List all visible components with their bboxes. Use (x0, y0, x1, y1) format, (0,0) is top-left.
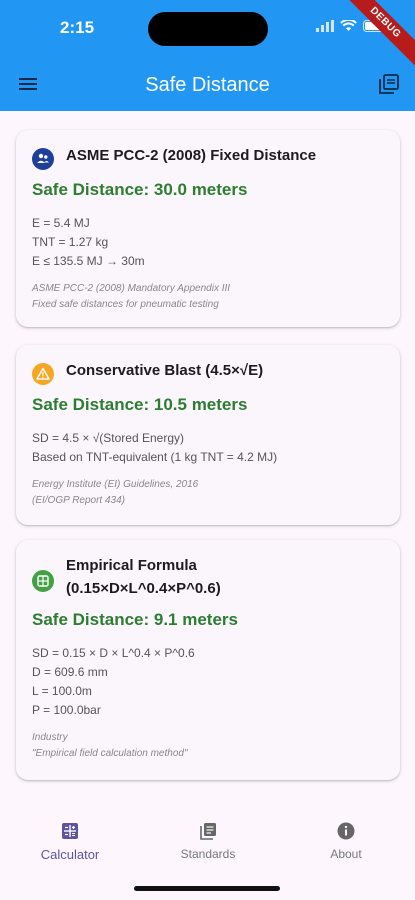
detail-line: L = 100.0m (32, 684, 92, 698)
library-icon (379, 74, 399, 94)
calculation-details: E = 5.4 MJ TNT = 1.27 kg E ≤ 135.5 MJ → … (32, 214, 384, 271)
card-title: ASME PCC-2 (2008) Fixed Distance (66, 147, 317, 164)
detail-line: TNT = 1.27 kg (32, 235, 109, 249)
detail-line: E ≤ 135.5 MJ → 30m (32, 254, 145, 268)
dynamic-island (148, 12, 268, 46)
reference-line: (EI/OGP Report 434) (32, 495, 125, 506)
nav-item-calculator[interactable]: Calculator (10, 821, 130, 862)
nav-label: Calculator (40, 847, 100, 862)
detail-line: Based on TNT-equivalent (1 kg TNT = 4.2 … (32, 450, 278, 464)
reference-line: "Empirical field calculation method" (32, 748, 188, 759)
debug-banner: DEBUG (336, 0, 415, 72)
home-indicator (134, 886, 280, 891)
detail-line: D = 609.6 mm (32, 665, 108, 679)
nav-item-about[interactable]: About (286, 821, 406, 861)
app-bar: 2:15 DEBUG Safe Distance (0, 0, 415, 111)
calculation-details: SD = 4.5 × √(Stored Energy) Based on TNT… (32, 429, 384, 467)
card-title: Conservative Blast (4.5×√E) (66, 362, 264, 379)
detail-line: E = 5.4 MJ (32, 216, 90, 230)
calculator-icon (32, 570, 54, 592)
safe-distance-result: Safe Distance: 10.5 meters (32, 395, 248, 414)
info-icon (337, 822, 355, 840)
nav-label: Standards (180, 847, 236, 861)
safe-distance-result: Safe Distance: 9.1 meters (32, 610, 238, 629)
page-title: Safe Distance (145, 74, 270, 96)
reference-note: ASME PCC-2 (2008) Mandatory Appendix III… (32, 281, 384, 313)
warning-icon (32, 363, 54, 385)
library-button[interactable] (377, 72, 401, 96)
nav-item-standards[interactable]: Standards (148, 821, 268, 861)
reference-line: ASME PCC-2 (2008) Mandatory Appendix III (32, 283, 231, 294)
reference-note: Energy Institute (EI) Guidelines, 2016 (… (32, 477, 384, 509)
calculator-icon (62, 823, 78, 839)
detail-line: SD = 4.5 × √(Stored Energy) (32, 431, 184, 445)
reference-line: Industry (32, 732, 68, 743)
reference-line: Fixed safe distances for pneumatic testi… (32, 299, 219, 310)
people-icon (32, 148, 54, 170)
wifi-icon (340, 20, 357, 31)
card-title-line: Empirical Formula (66, 557, 197, 574)
card-title: Empirical Formula (0.15×D×L^0.4×P^0.6) (66, 554, 221, 600)
detail-line: SD = 0.15 × D × L^0.4 × P^0.6 (32, 646, 195, 660)
result-card-conservative-blast: Conservative Blast (4.5×√E) Safe Distanc… (16, 345, 400, 525)
status-time: 2:15 (60, 18, 95, 37)
result-card-asme: ASME PCC-2 (2008) Fixed Distance Safe Di… (16, 130, 400, 327)
calculation-details: SD = 0.15 × D × L^0.4 × P^0.6 D = 609.6 … (32, 644, 384, 720)
library-icon (200, 823, 216, 840)
reference-note: Industry "Empirical field calculation me… (32, 730, 384, 762)
nav-label: About (330, 847, 362, 861)
safe-distance-result: Safe Distance: 30.0 meters (32, 180, 248, 199)
result-card-empirical: Empirical Formula (0.15×D×L^0.4×P^0.6) S… (16, 540, 400, 780)
detail-line: P = 100.0bar (32, 703, 101, 717)
reference-line: Energy Institute (EI) Guidelines, 2016 (32, 479, 199, 490)
signal-icon (316, 20, 334, 32)
card-title-line: (0.15×D×L^0.4×P^0.6) (66, 580, 221, 597)
